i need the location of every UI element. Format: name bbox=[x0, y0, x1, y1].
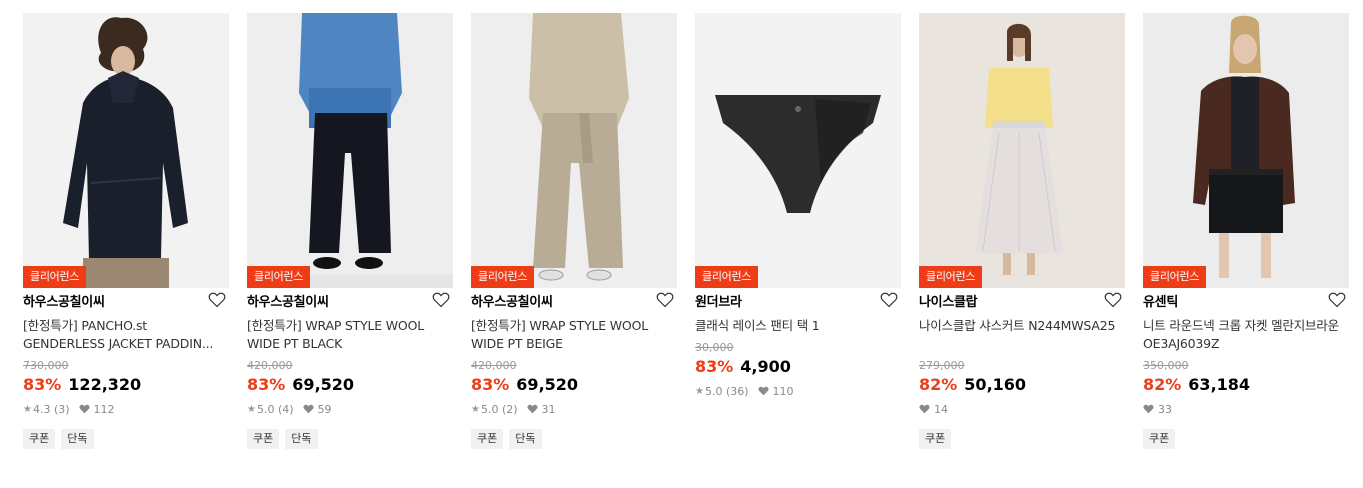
product-image[interactable]: 클리어런스 bbox=[247, 13, 453, 288]
product-image[interactable]: 클리어런스 bbox=[695, 13, 901, 288]
product-title[interactable]: [한정특가] PANCHO.st GENDERLESS JACKET PADDI… bbox=[23, 317, 229, 353]
star-icon: ★ bbox=[23, 403, 32, 415]
like-count: 112 bbox=[93, 402, 115, 416]
product-image[interactable]: 클리어런스 bbox=[1143, 13, 1349, 288]
rating: 5.0 (2) bbox=[480, 402, 518, 416]
like-button[interactable] bbox=[1326, 289, 1348, 311]
sale-price: 122,320 bbox=[68, 375, 142, 394]
product-card[interactable]: 클리어런스 하우스공칠이씨 [한정특가] WRAP STYLE WOOL WID… bbox=[471, 13, 677, 449]
original-price: 30,000 bbox=[695, 341, 734, 354]
like-button[interactable] bbox=[430, 289, 452, 311]
like-count: 14 bbox=[934, 402, 948, 416]
like-count: 33 bbox=[1158, 402, 1172, 416]
product-title[interactable]: 클래식 레이스 팬티 택 1 bbox=[695, 317, 901, 335]
original-price: 730,000 bbox=[23, 359, 69, 372]
original-price: 350,000 bbox=[1143, 359, 1189, 372]
product-card[interactable]: 클리어런스 하우스공칠이씨 [한정특가] WRAP STYLE WOOL WID… bbox=[247, 13, 453, 449]
lace-panty-icon bbox=[695, 13, 901, 288]
heart-outline-icon bbox=[432, 292, 450, 308]
like-button[interactable] bbox=[654, 289, 676, 311]
like-count: 59 bbox=[317, 402, 332, 416]
heart-outline-icon bbox=[880, 292, 898, 308]
clearance-badge: 클리어런스 bbox=[695, 266, 759, 288]
like-button[interactable] bbox=[878, 289, 900, 311]
beige-pants-icon bbox=[471, 13, 677, 288]
heart-filled-icon bbox=[79, 404, 90, 414]
heart-filled-icon bbox=[758, 386, 769, 396]
like-count: 110 bbox=[772, 384, 794, 398]
clearance-badge: 클리어런스 bbox=[247, 266, 311, 288]
product-card[interactable]: 클리어런스 원더브라 클래식 레이스 팬티 택 1 30,000 83% 4,9… bbox=[695, 13, 901, 399]
original-price: 420,000 bbox=[471, 359, 517, 372]
product-card[interactable]: 클리어런스 나이스클랍 나이스클랍 샤스커트 N244MWSA25 279,00… bbox=[919, 13, 1125, 449]
discount-rate: 83% bbox=[471, 375, 510, 394]
product-card[interactable]: 클리어런스 유센틱 니트 라운드넥 크롭 자켓 멜란지브라운 OE3AJ6039… bbox=[1143, 13, 1349, 449]
rating: 5.0 (4) bbox=[256, 402, 294, 416]
like-button[interactable] bbox=[206, 289, 228, 311]
product-title[interactable]: [한정특가] WRAP STYLE WOOL WIDE PT BLACK bbox=[247, 317, 453, 353]
discount-rate: 82% bbox=[1143, 375, 1182, 394]
heart-outline-icon bbox=[656, 292, 674, 308]
discount-rate: 83% bbox=[695, 357, 734, 376]
original-price: 420,000 bbox=[247, 359, 293, 372]
tag-exclusive: 단독 bbox=[509, 429, 542, 449]
product-image[interactable]: 클리어런스 bbox=[919, 13, 1125, 288]
product-grid: 클리어런스 하우스공칠이씨 [한정특가] PANCHO.st GENDERLES… bbox=[0, 0, 1363, 488]
brand-name[interactable]: 나이스클랍 bbox=[919, 291, 978, 310]
like-count: 31 bbox=[541, 402, 556, 416]
sale-price: 69,520 bbox=[292, 375, 355, 394]
clearance-badge: 클리어런스 bbox=[1143, 266, 1207, 288]
rating: 4.3 (3) bbox=[32, 402, 70, 416]
star-icon: ★ bbox=[695, 385, 704, 397]
cropped-jacket-icon bbox=[1143, 13, 1349, 288]
clearance-badge: 클리어런스 bbox=[919, 266, 983, 288]
sale-price: 4,900 bbox=[740, 357, 791, 376]
heart-outline-icon bbox=[1328, 292, 1346, 308]
heart-filled-icon bbox=[1143, 404, 1154, 414]
product-card[interactable]: 클리어런스 하우스공칠이씨 [한정특가] PANCHO.st GENDERLES… bbox=[23, 13, 229, 449]
brand-name[interactable]: 하우스공칠이씨 bbox=[471, 291, 553, 310]
heart-outline-icon bbox=[208, 292, 226, 308]
tag-coupon: 쿠폰 bbox=[1143, 429, 1176, 449]
tag-coupon: 쿠폰 bbox=[471, 429, 504, 449]
product-title[interactable]: 나이스클랍 샤스커트 N244MWSA25 bbox=[919, 317, 1125, 353]
tag-coupon: 쿠폰 bbox=[247, 429, 280, 449]
tag-exclusive: 단독 bbox=[61, 429, 94, 449]
discount-rate: 83% bbox=[247, 375, 286, 394]
brand-name[interactable]: 하우스공칠이씨 bbox=[23, 291, 105, 310]
heart-filled-icon bbox=[527, 404, 538, 414]
star-icon: ★ bbox=[471, 403, 480, 415]
discount-rate: 82% bbox=[919, 375, 958, 394]
original-price: 279,000 bbox=[919, 359, 965, 372]
brand-name[interactable]: 원더브라 bbox=[695, 291, 742, 310]
product-title[interactable]: 니트 라운드넥 크롭 자켓 멜란지브라운 OE3AJ6039Z bbox=[1143, 317, 1349, 353]
product-image[interactable]: 클리어런스 bbox=[471, 13, 677, 288]
clearance-badge: 클리어런스 bbox=[23, 266, 87, 288]
black-pants-icon bbox=[247, 13, 453, 288]
heart-filled-icon bbox=[919, 404, 930, 414]
tag-coupon: 쿠폰 bbox=[23, 429, 56, 449]
rating: 5.0 (36) bbox=[704, 384, 749, 398]
brand-name[interactable]: 하우스공칠이씨 bbox=[247, 291, 329, 310]
jacket-model-icon bbox=[23, 13, 229, 288]
sale-price: 69,520 bbox=[516, 375, 579, 394]
tag-coupon: 쿠폰 bbox=[919, 429, 952, 449]
product-title[interactable]: [한정특가] WRAP STYLE WOOL WIDE PT BEIGE bbox=[471, 317, 677, 353]
sale-price: 50,160 bbox=[964, 375, 1027, 394]
clearance-badge: 클리어런스 bbox=[471, 266, 535, 288]
tag-exclusive: 단독 bbox=[285, 429, 318, 449]
discount-rate: 83% bbox=[23, 375, 62, 394]
brand-name[interactable]: 유센틱 bbox=[1143, 291, 1178, 310]
heart-filled-icon bbox=[303, 404, 314, 414]
sheer-skirt-icon bbox=[919, 13, 1125, 288]
like-button[interactable] bbox=[1102, 289, 1124, 311]
product-image[interactable]: 클리어런스 bbox=[23, 13, 229, 288]
star-icon: ★ bbox=[247, 403, 256, 415]
sale-price: 63,184 bbox=[1188, 375, 1251, 394]
heart-outline-icon bbox=[1104, 292, 1122, 308]
